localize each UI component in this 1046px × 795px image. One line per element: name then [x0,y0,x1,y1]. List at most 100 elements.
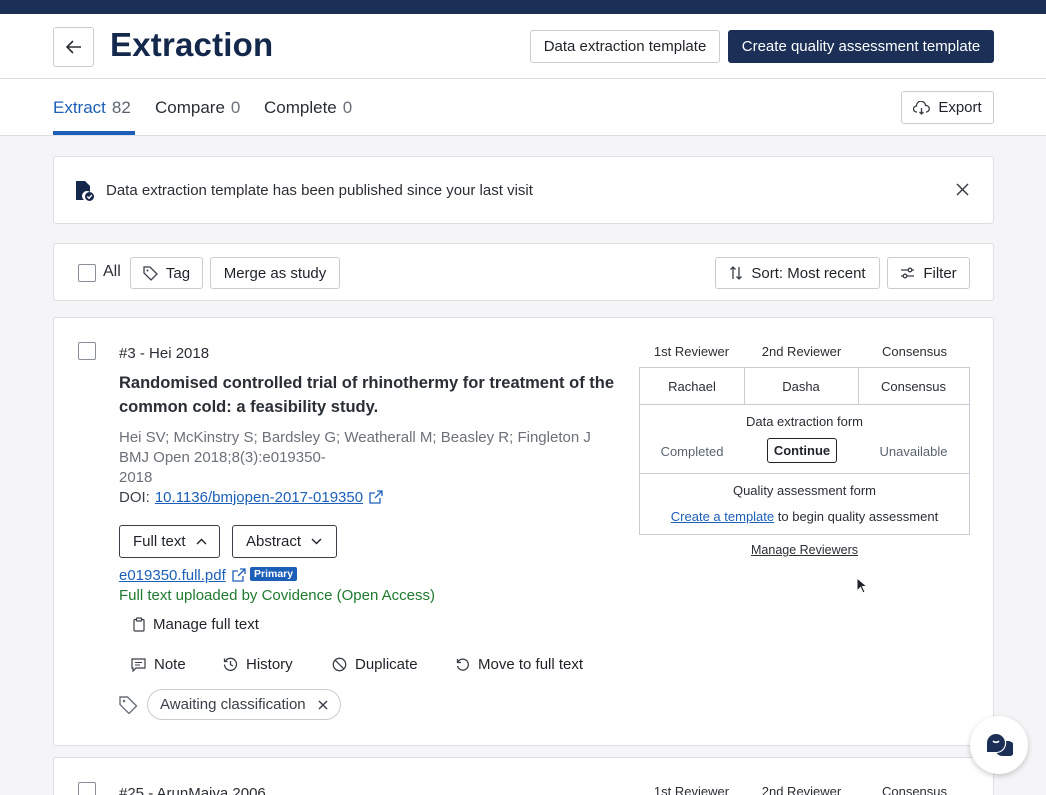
study-card: #3 - Hei 2018 Randomised controlled tria… [53,317,994,746]
notice-text: Data extraction template has been publis… [106,182,533,199]
note-label: Note [154,656,186,673]
export-label: Export [938,99,982,116]
list-toolbar: All Tag Merge as study Sort: Most recent… [53,243,994,301]
divider [640,473,969,474]
close-icon[interactable] [956,183,969,196]
data-extraction-template-button[interactable]: Data extraction template [530,30,720,63]
qa-form-title: Quality assessment form [732,483,877,498]
notice-banner: Data extraction template has been publis… [53,156,994,224]
reviewer-header-1: 1st Reviewer [653,344,730,359]
manage-full-text-button[interactable]: Manage full text [133,616,259,633]
note-button[interactable]: Note [131,656,186,673]
active-tab-indicator [53,131,135,135]
study-card: #25 - ArunMaiya 2006 1st Reviewer 2nd Re… [53,757,994,795]
select-all-label: All [103,263,121,280]
sort-icon [730,266,743,280]
tab-label: Complete [264,98,337,117]
arrow-left-icon [65,40,81,54]
reviewer-grid: Rachael Dasha Consensus Data extraction … [639,367,970,535]
qa-row: Create a template to begin quality asses… [640,509,969,524]
filter-button[interactable]: Filter [887,257,970,289]
duplicate-label: Duplicate [355,656,418,673]
consensus-header: Consensus [881,344,948,359]
history-label: History [246,656,293,673]
tab-count: 0 [342,98,353,117]
tag-chip-label: Awaiting classification [160,696,306,713]
consensus-header: Consensus [881,784,948,795]
tabs-bar: Extract 82 Compare 0 Complete 0 Export [0,79,1046,136]
tab-compare[interactable]: Compare 0 [155,98,240,118]
create-template-link[interactable]: Create a template [671,509,774,524]
tag-label: Tag [165,264,191,282]
move-to-full-text-button[interactable]: Move to full text [455,656,583,673]
ban-icon [332,657,347,672]
study-year: 2018 [119,469,153,486]
full-text-status: Full text uploaded by Covidence (Open Ac… [119,587,436,604]
back-button[interactable] [53,27,94,67]
create-quality-assessment-template-button[interactable]: Create quality assessment template [728,30,994,63]
tag-icon [143,265,158,281]
undo-icon [456,658,469,671]
study-checkbox[interactable] [78,782,96,795]
doi-link[interactable]: 10.1136/bmjopen-2017-019350 [155,489,363,506]
study-checkbox[interactable] [78,342,96,360]
study-id: #25 - ArunMaiya 2006 [119,785,266,795]
full-text-toggle-button[interactable]: Full text [119,525,220,558]
consensus-name: Consensus [880,379,947,394]
tab-label: Extract [53,98,106,117]
reviewer-header-2: 2nd Reviewer [761,784,842,795]
manage-reviewers-link[interactable]: Manage Reviewers [639,543,970,557]
cloud-download-icon [913,100,931,115]
external-link-icon[interactable] [368,490,383,505]
manage-full-text-label: Manage full text [153,616,259,633]
external-link-icon[interactable] [231,568,246,583]
pdf-row: e019350.full.pdf [119,567,246,584]
export-button[interactable]: Export [901,91,994,124]
select-all-checkbox[interactable] [78,264,96,282]
reviewer-2-name: Dasha [782,379,820,394]
page-title: Extraction [110,26,274,63]
chat-widget-button[interactable] [970,716,1028,774]
chevron-down-icon [311,538,322,545]
tab-complete[interactable]: Complete 0 [264,98,352,118]
pdf-link[interactable]: e019350.full.pdf [119,567,226,584]
qa-suffix: to begin quality assessment [777,509,939,524]
filter-label: Filter [923,264,957,282]
document-check-icon [76,181,94,201]
divider [640,404,969,405]
abstract-label: Abstract [246,533,302,550]
full-text-label: Full text [133,533,186,550]
history-icon [223,657,238,671]
history-button[interactable]: History [223,656,293,673]
duplicate-button[interactable]: Duplicate [332,656,418,673]
reviewer-1-name: Rachael [668,379,716,394]
merge-as-study-button[interactable]: Merge as study [210,257,340,289]
de-form-title: Data extraction form [745,414,864,429]
tag-icon [119,696,138,714]
close-icon[interactable] [318,700,328,710]
abstract-toggle-button[interactable]: Abstract [232,525,337,558]
tab-extract[interactable]: Extract 82 [53,98,131,118]
tab-label: Compare [155,98,225,117]
reviewer-header-2: 2nd Reviewer [761,344,842,359]
consensus-status: Unavailable [879,444,948,459]
tab-count: 82 [111,98,131,117]
study-id: #3 - Hei 2018 [119,345,210,362]
study-title: Randomised controlled trial of rhinother… [119,374,615,416]
clipboard-icon [133,617,145,632]
tab-count: 0 [230,98,241,117]
reviewer-header-1: 1st Reviewer [653,784,730,795]
study-authors: Hei SV; McKinstry S; Bardsley G; Weather… [119,429,591,446]
sort-button[interactable]: Sort: Most recent [715,257,880,289]
top-nav-bar [0,0,1046,14]
page-header: Extraction Data extraction template Crea… [0,14,1046,79]
reviewer-1-status: Completed [660,444,724,459]
comment-icon [131,657,146,672]
primary-badge: Primary [250,567,298,581]
tag-chip: Awaiting classification [147,689,341,720]
continue-button[interactable]: Continue [767,438,837,463]
tag-button[interactable]: Tag [130,257,203,289]
doi-row: DOI: 10.1136/bmjopen-2017-019350 [119,489,383,506]
move-label: Move to full text [478,656,584,673]
sliders-icon [901,267,915,279]
